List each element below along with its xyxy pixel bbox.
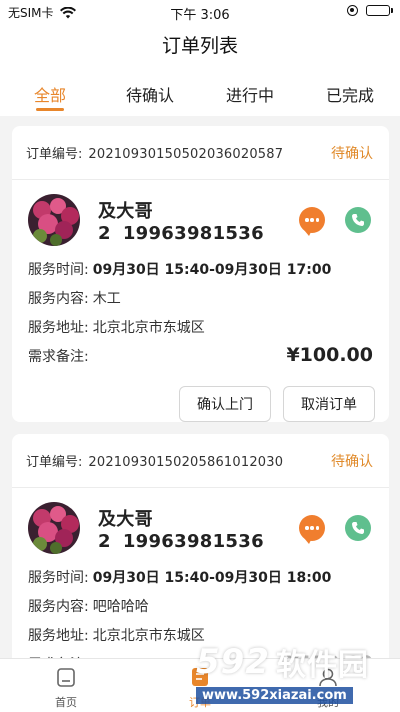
order-number: 订单编号: 20210930150205861012030 bbox=[26, 451, 283, 470]
service-address-row: 服务地址: 北京北京市东城区 bbox=[28, 314, 373, 343]
tab-in-progress[interactable]: 进行中 bbox=[200, 68, 300, 116]
avatar bbox=[28, 502, 80, 554]
order-number-value: 20210930150205861012030 bbox=[88, 455, 284, 470]
page-title: 订单列表 bbox=[0, 24, 400, 68]
status-time: 下午 3:06 bbox=[170, 8, 230, 23]
customer-row: 及大哥2 19963981536 bbox=[12, 488, 389, 564]
tab-completed[interactable]: 已完成 bbox=[300, 68, 400, 116]
order-actions: 确认上门 取消订单 bbox=[12, 372, 389, 422]
service-content-row: 服务内容: 木工 bbox=[28, 285, 373, 314]
home-icon bbox=[57, 668, 75, 687]
tab-pending[interactable]: 待确认 bbox=[100, 68, 200, 116]
service-content-row: 服务内容: 吧哈哈哈 bbox=[28, 593, 373, 622]
order-number: 订单编号: 20210930150502036020587 bbox=[26, 143, 283, 162]
cancel-order-button[interactable]: 取消订单 bbox=[283, 386, 375, 422]
service-time-value: 09月30日 15:40-09月30日 18:00 bbox=[92, 570, 332, 586]
order-status: 待确认 bbox=[331, 453, 373, 470]
status-bar: 无SIM卡 下午 3:06 bbox=[0, 0, 400, 24]
confirm-visit-button[interactable]: 确认上门 bbox=[179, 386, 271, 422]
customer-row: 及大哥2 19963981536 bbox=[12, 180, 389, 256]
service-time-value: 09月30日 15:40-09月30日 17:00 bbox=[92, 262, 332, 278]
customer-phone: 19963981536 bbox=[122, 530, 264, 552]
avatar bbox=[28, 194, 80, 246]
order-number-label: 订单编号: bbox=[26, 147, 83, 162]
service-time-row: 服务时间: 09月30日 15:40-09月30日 17:00 bbox=[28, 256, 373, 285]
order-header: 订单编号: 20210930150205861012030 待确认 bbox=[12, 434, 389, 488]
order-number-value: 20210930150502036020587 bbox=[88, 147, 284, 162]
battery-icon bbox=[366, 5, 393, 16]
phone-call-icon[interactable] bbox=[345, 207, 371, 233]
tab-all[interactable]: 全部 bbox=[0, 68, 100, 116]
remark-row: 需求备注: ¥100.00 bbox=[28, 343, 373, 372]
tabbar-home-label: 首页 bbox=[55, 696, 77, 709]
order-price: ¥100.00 bbox=[286, 344, 373, 366]
chat-icon[interactable] bbox=[299, 207, 325, 236]
service-address-value: 北京北京市东城区 bbox=[92, 628, 205, 644]
customer-info: 及大哥2 19963981536 bbox=[98, 505, 299, 552]
service-content-value: 吧哈哈哈 bbox=[92, 599, 149, 615]
order-details: 服务时间: 09月30日 15:40-09月30日 17:00 服务内容: 木工 服… bbox=[12, 256, 389, 372]
orientation-lock-icon bbox=[347, 5, 358, 16]
order-tabs: 全部 待确认 进行中 已完成 bbox=[0, 68, 400, 116]
service-address-value: 北京北京市东城区 bbox=[92, 320, 205, 336]
order-status: 待确认 bbox=[331, 145, 373, 162]
customer-info: 及大哥2 19963981536 bbox=[98, 197, 299, 244]
order-header: 订单编号: 20210930150502036020587 待确认 bbox=[12, 126, 389, 180]
chat-icon[interactable] bbox=[299, 515, 325, 544]
phone-call-icon[interactable] bbox=[345, 515, 371, 541]
watermark-logo: 592 软件园 www.592xiazai.com bbox=[196, 642, 369, 704]
service-content-value: 木工 bbox=[92, 291, 121, 307]
service-time-row: 服务时间: 09月30日 15:40-09月30日 18:00 bbox=[28, 564, 373, 593]
order-card[interactable]: 订单编号: 20210930150502036020587 待确认 及大哥2 199… bbox=[12, 126, 389, 422]
status-right bbox=[347, 5, 393, 16]
tabbar-home[interactable]: 首页 bbox=[36, 665, 96, 710]
order-number-label: 订单编号: bbox=[26, 455, 83, 470]
customer-phone: 19963981536 bbox=[122, 222, 264, 244]
